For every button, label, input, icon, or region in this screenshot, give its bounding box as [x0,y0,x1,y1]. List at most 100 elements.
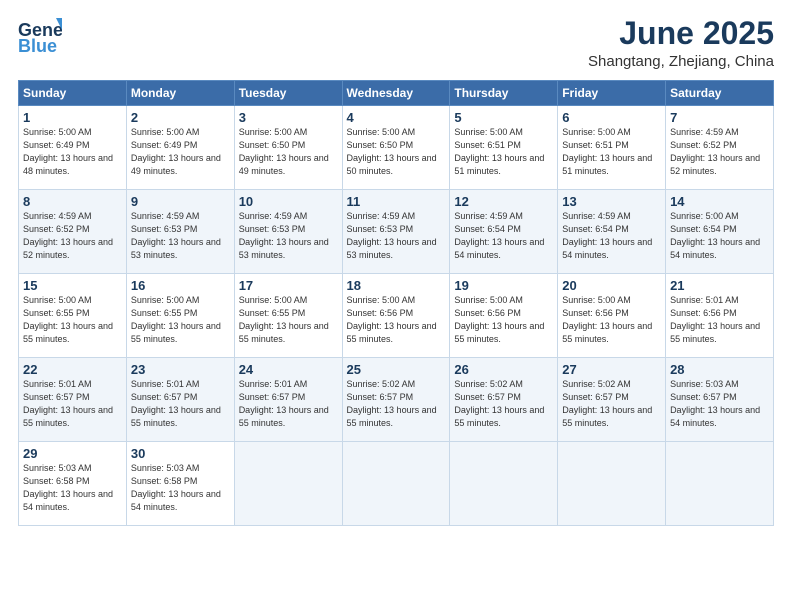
month-title: June 2025 [588,16,774,51]
day-number: 24 [239,362,338,377]
day-info: Sunrise: 5:00 AMSunset: 6:54 PMDaylight:… [670,210,769,262]
calendar-cell: 23Sunrise: 5:01 AMSunset: 6:57 PMDayligh… [126,358,234,442]
day-info: Sunrise: 4:59 AMSunset: 6:54 PMDaylight:… [562,210,661,262]
day-number: 9 [131,194,230,209]
calendar-cell: 27Sunrise: 5:02 AMSunset: 6:57 PMDayligh… [558,358,666,442]
calendar-cell: 26Sunrise: 5:02 AMSunset: 6:57 PMDayligh… [450,358,558,442]
day-number: 8 [23,194,122,209]
weekday-header: Thursday [450,81,558,106]
day-number: 29 [23,446,122,461]
day-number: 21 [670,278,769,293]
calendar-cell: 18Sunrise: 5:00 AMSunset: 6:56 PMDayligh… [342,274,450,358]
day-info: Sunrise: 4:59 AMSunset: 6:53 PMDaylight:… [239,210,338,262]
calendar-cell: 7Sunrise: 4:59 AMSunset: 6:52 PMDaylight… [666,106,774,190]
day-number: 25 [347,362,446,377]
day-info: Sunrise: 5:01 AMSunset: 6:57 PMDaylight:… [23,378,122,430]
day-info: Sunrise: 5:02 AMSunset: 6:57 PMDaylight:… [562,378,661,430]
calendar-week: 29Sunrise: 5:03 AMSunset: 6:58 PMDayligh… [19,442,774,526]
day-info: Sunrise: 5:00 AMSunset: 6:50 PMDaylight:… [347,126,446,178]
page: General Blue June 2025 Shangtang, Zhejia… [0,0,792,612]
calendar-header: SundayMondayTuesdayWednesdayThursdayFrid… [19,81,774,106]
calendar-cell: 8Sunrise: 4:59 AMSunset: 6:52 PMDaylight… [19,190,127,274]
day-info: Sunrise: 5:00 AMSunset: 6:55 PMDaylight:… [131,294,230,346]
day-info: Sunrise: 5:01 AMSunset: 6:56 PMDaylight:… [670,294,769,346]
title-area: June 2025 Shangtang, Zhejiang, China [588,16,774,70]
day-info: Sunrise: 5:03 AMSunset: 6:58 PMDaylight:… [23,462,122,514]
day-info: Sunrise: 5:01 AMSunset: 6:57 PMDaylight:… [131,378,230,430]
day-number: 15 [23,278,122,293]
calendar-cell: 16Sunrise: 5:00 AMSunset: 6:55 PMDayligh… [126,274,234,358]
day-number: 3 [239,110,338,125]
calendar-cell [342,442,450,526]
day-info: Sunrise: 5:02 AMSunset: 6:57 PMDaylight:… [454,378,553,430]
day-number: 14 [670,194,769,209]
calendar-week: 22Sunrise: 5:01 AMSunset: 6:57 PMDayligh… [19,358,774,442]
day-number: 6 [562,110,661,125]
calendar-table: SundayMondayTuesdayWednesdayThursdayFrid… [18,80,774,526]
day-number: 26 [454,362,553,377]
calendar-cell: 19Sunrise: 5:00 AMSunset: 6:56 PMDayligh… [450,274,558,358]
day-info: Sunrise: 5:03 AMSunset: 6:57 PMDaylight:… [670,378,769,430]
day-number: 10 [239,194,338,209]
day-number: 22 [23,362,122,377]
day-info: Sunrise: 5:02 AMSunset: 6:57 PMDaylight:… [347,378,446,430]
logo: General Blue [18,16,64,58]
calendar-cell: 4Sunrise: 5:00 AMSunset: 6:50 PMDaylight… [342,106,450,190]
day-number: 2 [131,110,230,125]
day-number: 1 [23,110,122,125]
day-number: 17 [239,278,338,293]
day-number: 23 [131,362,230,377]
calendar-cell [558,442,666,526]
day-info: Sunrise: 4:59 AMSunset: 6:54 PMDaylight:… [454,210,553,262]
day-number: 7 [670,110,769,125]
day-number: 18 [347,278,446,293]
day-number: 30 [131,446,230,461]
calendar-cell: 6Sunrise: 5:00 AMSunset: 6:51 PMDaylight… [558,106,666,190]
weekday-header: Sunday [19,81,127,106]
day-info: Sunrise: 5:00 AMSunset: 6:51 PMDaylight:… [562,126,661,178]
calendar-cell [234,442,342,526]
day-number: 11 [347,194,446,209]
calendar-cell: 22Sunrise: 5:01 AMSunset: 6:57 PMDayligh… [19,358,127,442]
calendar-cell: 3Sunrise: 5:00 AMSunset: 6:50 PMDaylight… [234,106,342,190]
calendar-cell: 2Sunrise: 5:00 AMSunset: 6:49 PMDaylight… [126,106,234,190]
calendar-cell: 1Sunrise: 5:00 AMSunset: 6:49 PMDaylight… [19,106,127,190]
header: General Blue June 2025 Shangtang, Zhejia… [18,16,774,70]
calendar-week: 1Sunrise: 5:00 AMSunset: 6:49 PMDaylight… [19,106,774,190]
day-number: 27 [562,362,661,377]
day-info: Sunrise: 5:00 AMSunset: 6:55 PMDaylight:… [239,294,338,346]
calendar-week: 8Sunrise: 4:59 AMSunset: 6:52 PMDaylight… [19,190,774,274]
day-number: 16 [131,278,230,293]
calendar-cell: 28Sunrise: 5:03 AMSunset: 6:57 PMDayligh… [666,358,774,442]
day-info: Sunrise: 5:00 AMSunset: 6:49 PMDaylight:… [23,126,122,178]
calendar-cell: 5Sunrise: 5:00 AMSunset: 6:51 PMDaylight… [450,106,558,190]
calendar-cell: 30Sunrise: 5:03 AMSunset: 6:58 PMDayligh… [126,442,234,526]
calendar-cell: 14Sunrise: 5:00 AMSunset: 6:54 PMDayligh… [666,190,774,274]
weekday-header: Friday [558,81,666,106]
calendar-body: 1Sunrise: 5:00 AMSunset: 6:49 PMDaylight… [19,106,774,526]
calendar-week: 15Sunrise: 5:00 AMSunset: 6:55 PMDayligh… [19,274,774,358]
day-number: 5 [454,110,553,125]
day-info: Sunrise: 5:00 AMSunset: 6:56 PMDaylight:… [562,294,661,346]
day-info: Sunrise: 5:01 AMSunset: 6:57 PMDaylight:… [239,378,338,430]
day-info: Sunrise: 4:59 AMSunset: 6:52 PMDaylight:… [23,210,122,262]
calendar-cell: 12Sunrise: 4:59 AMSunset: 6:54 PMDayligh… [450,190,558,274]
calendar-cell: 10Sunrise: 4:59 AMSunset: 6:53 PMDayligh… [234,190,342,274]
day-number: 28 [670,362,769,377]
day-info: Sunrise: 5:00 AMSunset: 6:55 PMDaylight:… [23,294,122,346]
day-number: 20 [562,278,661,293]
day-number: 19 [454,278,553,293]
day-info: Sunrise: 5:00 AMSunset: 6:51 PMDaylight:… [454,126,553,178]
day-info: Sunrise: 4:59 AMSunset: 6:53 PMDaylight:… [347,210,446,262]
weekday-header: Saturday [666,81,774,106]
day-info: Sunrise: 5:00 AMSunset: 6:56 PMDaylight:… [347,294,446,346]
day-info: Sunrise: 4:59 AMSunset: 6:53 PMDaylight:… [131,210,230,262]
calendar-cell: 29Sunrise: 5:03 AMSunset: 6:58 PMDayligh… [19,442,127,526]
calendar-cell: 20Sunrise: 5:00 AMSunset: 6:56 PMDayligh… [558,274,666,358]
day-number: 12 [454,194,553,209]
calendar-cell: 21Sunrise: 5:01 AMSunset: 6:56 PMDayligh… [666,274,774,358]
weekday-header: Wednesday [342,81,450,106]
calendar-cell: 24Sunrise: 5:01 AMSunset: 6:57 PMDayligh… [234,358,342,442]
weekday-header: Monday [126,81,234,106]
calendar-cell: 17Sunrise: 5:00 AMSunset: 6:55 PMDayligh… [234,274,342,358]
